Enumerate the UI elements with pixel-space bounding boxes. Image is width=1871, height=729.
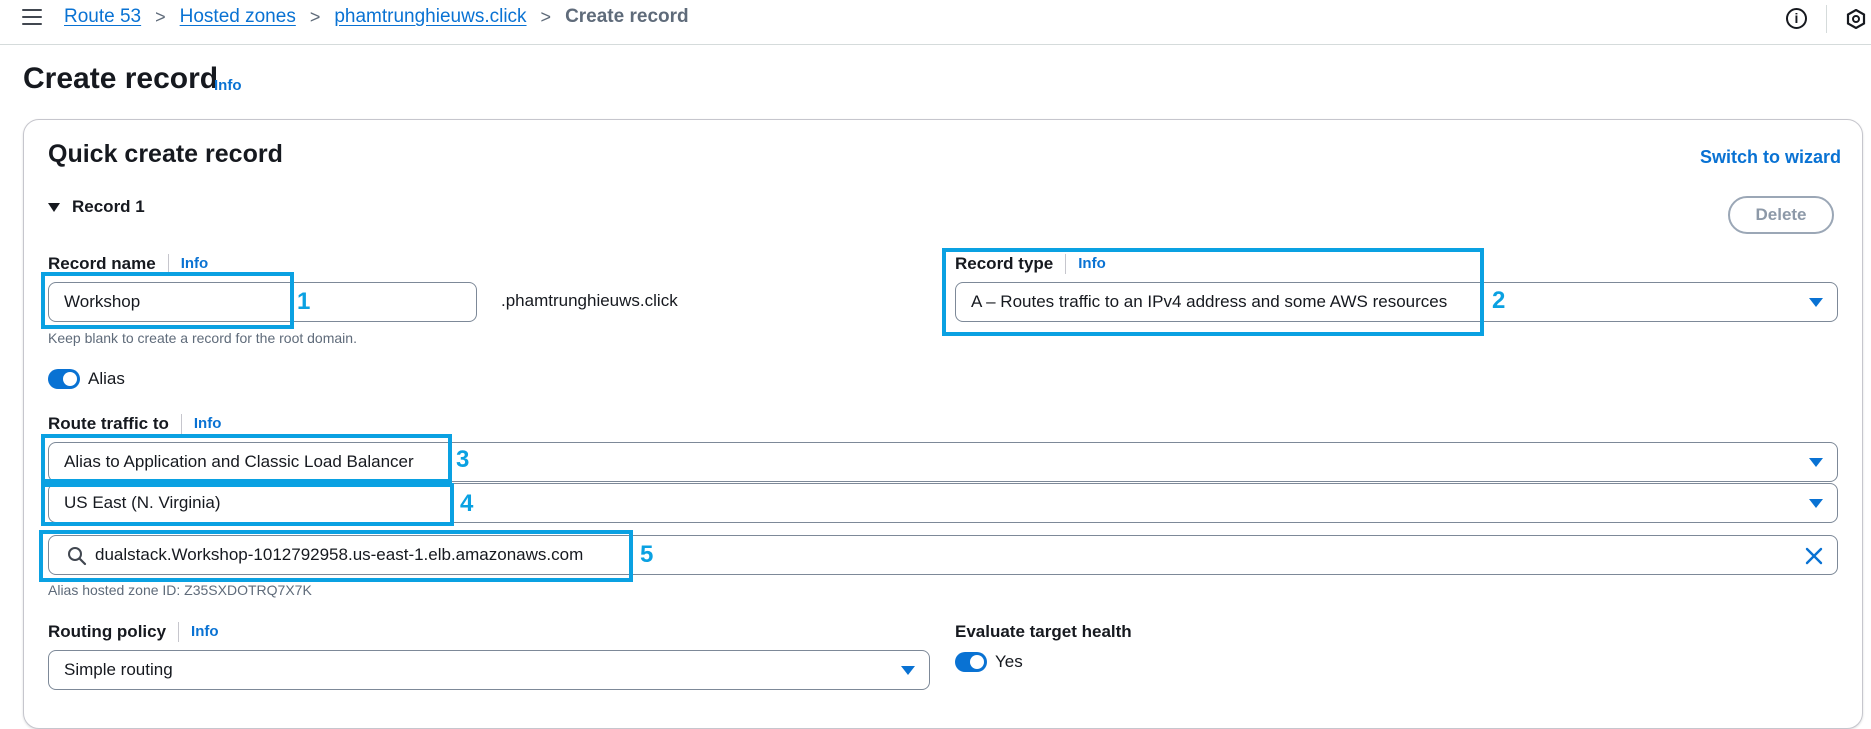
record-name-hint: Keep blank to create a record for the ro… xyxy=(48,330,357,346)
record-name-label-text: Record name xyxy=(48,254,156,273)
breadcrumb-hosted-zones[interactable]: Hosted zones xyxy=(180,6,296,28)
annotation-number-5: 5 xyxy=(640,541,654,568)
record-label: Record 1 xyxy=(72,197,145,216)
region-value: US East (N. Virginia) xyxy=(64,493,221,512)
routing-policy-label: Routing policy Info xyxy=(48,622,219,642)
evaluate-health-label: Evaluate target health xyxy=(955,622,1132,642)
breadcrumb-hosted-zone[interactable]: phamtrunghieuws.click xyxy=(334,6,526,28)
routing-policy-label-text: Routing policy xyxy=(48,622,167,641)
breadcrumb-route53[interactable]: Route 53 xyxy=(64,6,141,28)
record-name-input[interactable]: Workshop xyxy=(48,282,477,322)
record-name-label: Record name Info xyxy=(48,254,208,274)
card-title: Quick create record xyxy=(48,140,283,168)
hosted-zone-hint: Alias hosted zone ID: Z35SXDOTRQ7X7K xyxy=(48,582,312,598)
close-icon[interactable] xyxy=(1803,545,1825,567)
divider xyxy=(1826,5,1827,33)
route-traffic-label-text: Route traffic to xyxy=(48,414,169,433)
settings-hex-icon[interactable] xyxy=(1846,9,1866,29)
chevron-right-icon: > xyxy=(540,6,552,27)
alias-target-search[interactable]: dualstack.Workshop-1012792958.us-east-1.… xyxy=(48,535,1838,575)
page-title-info-link[interactable]: Info xyxy=(214,77,242,94)
top-navigation-bar: Route 53 > Hosted zones > phamtrunghieuw… xyxy=(0,0,1871,45)
annotation-number-2: 2 xyxy=(1492,287,1506,314)
domain-suffix: .phamtrunghieuws.click xyxy=(501,291,678,310)
switch-to-wizard-link[interactable]: Switch to wizard xyxy=(1700,147,1841,168)
endpoint-value: Alias to Application and Classic Load Ba… xyxy=(64,452,414,471)
region-select[interactable]: US East (N. Virginia) xyxy=(48,483,1838,523)
caret-down-icon xyxy=(1809,458,1823,467)
record-expand-toggle[interactable]: Record 1 xyxy=(48,197,145,217)
record-type-label: Record type Info xyxy=(955,254,1106,274)
routing-policy-info-link[interactable]: Info xyxy=(178,622,219,642)
record-type-value: A – Routes traffic to an IPv4 address an… xyxy=(971,292,1448,311)
endpoint-select[interactable]: Alias to Application and Classic Load Ba… xyxy=(48,442,1838,482)
alias-label: Alias xyxy=(88,369,125,388)
annotation-number-3: 3 xyxy=(456,446,470,473)
evaluate-health-toggle[interactable] xyxy=(955,652,987,672)
chevron-right-icon: > xyxy=(155,6,166,27)
info-icon[interactable]: i xyxy=(1786,8,1807,29)
chevron-right-icon: > xyxy=(309,6,321,27)
menu-icon[interactable] xyxy=(22,9,42,27)
route-traffic-label: Route traffic to Info xyxy=(48,414,221,434)
routing-policy-select[interactable]: Simple routing xyxy=(48,650,930,690)
alias-toggle[interactable] xyxy=(48,369,80,389)
caret-down-icon xyxy=(48,202,60,212)
route-traffic-info-link[interactable]: Info xyxy=(180,414,221,434)
annotation-number-1: 1 xyxy=(297,288,311,315)
caret-down-icon xyxy=(1809,499,1823,508)
quick-create-card xyxy=(23,119,1863,729)
evaluate-health-label-text: Evaluate target health xyxy=(955,622,1132,641)
routing-policy-value: Simple routing xyxy=(64,660,173,679)
delete-button[interactable]: Delete xyxy=(1728,196,1834,234)
search-icon xyxy=(68,547,87,566)
evaluate-health-yes: Yes xyxy=(995,652,1023,671)
page-title: Create record xyxy=(23,62,219,95)
breadcrumb-current: Create record xyxy=(565,6,689,27)
record-name-info-link[interactable]: Info xyxy=(167,254,208,274)
record-name-value: Workshop xyxy=(64,292,141,311)
record-type-label-text: Record type xyxy=(955,254,1054,273)
record-type-info-link[interactable]: Info xyxy=(1065,254,1106,274)
caret-down-icon xyxy=(901,666,915,675)
record-type-select[interactable]: A – Routes traffic to an IPv4 address an… xyxy=(955,282,1838,322)
alias-target-value: dualstack.Workshop-1012792958.us-east-1.… xyxy=(95,545,584,564)
annotation-number-4: 4 xyxy=(460,490,474,517)
caret-down-icon xyxy=(1809,298,1823,307)
breadcrumb: Route 53 > Hosted zones > phamtrunghieuw… xyxy=(64,6,689,28)
